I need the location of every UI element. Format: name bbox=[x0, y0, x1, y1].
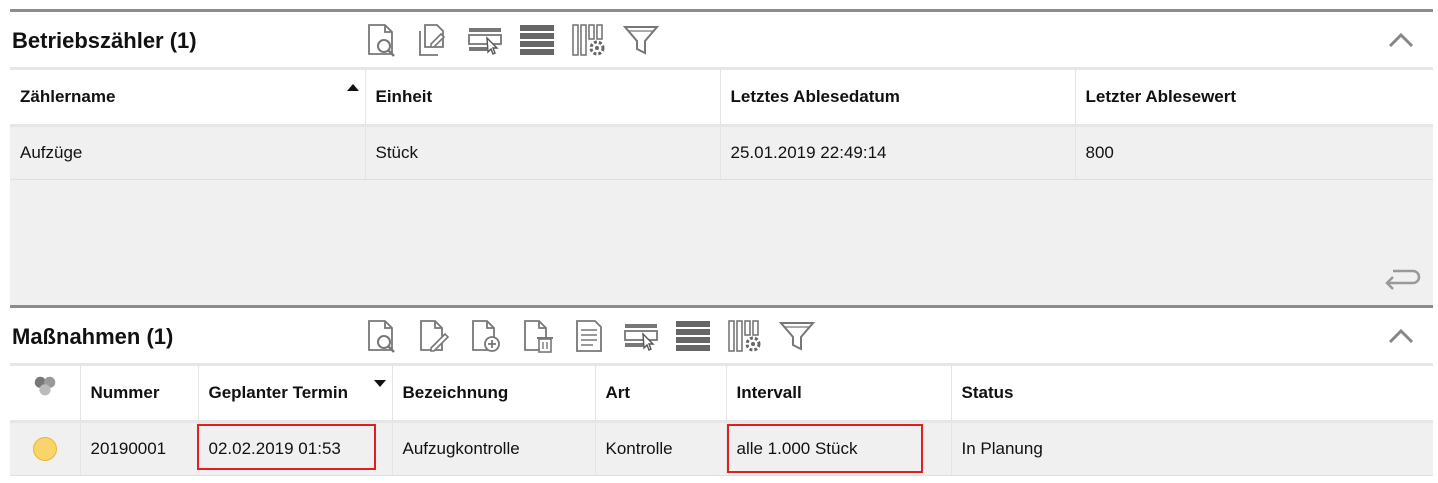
column-header-einheit[interactable]: Einheit bbox=[365, 67, 721, 127]
toolbar bbox=[362, 20, 674, 60]
panel-header: Betriebszähler (1) bbox=[10, 12, 1433, 67]
column-header-label: Art bbox=[605, 383, 631, 402]
filter-icon[interactable] bbox=[622, 21, 660, 59]
report-document-icon[interactable] bbox=[570, 317, 608, 355]
column-header-label: Letzter Ablesewert bbox=[1085, 87, 1237, 106]
column-header-intervall[interactable]: Intervall bbox=[726, 363, 952, 423]
column-header-status[interactable]: Status bbox=[951, 363, 1433, 423]
column-header-status-indicator[interactable] bbox=[10, 363, 81, 423]
panel-title: Maßnahmen (1) bbox=[12, 324, 174, 349]
traffic-light-icon bbox=[34, 376, 56, 395]
cell-art: Kontrolle bbox=[595, 421, 727, 476]
column-header-label: Geplanter Termin bbox=[208, 383, 349, 402]
list-view-icon[interactable] bbox=[518, 21, 556, 59]
betriebszaehler-panel: Betriebszähler (1) Zählername Einheit Le… bbox=[10, 9, 1433, 305]
column-header-label: Einheit bbox=[375, 87, 433, 106]
cell-ablesewert: 800 bbox=[1075, 125, 1433, 180]
table-row[interactable]: 20190001 02.02.2019 01:53 Aufzugkontroll… bbox=[10, 421, 1433, 476]
select-row-icon[interactable] bbox=[622, 317, 660, 355]
table-header-row: Zählername Einheit Letztes Ablesedatum L… bbox=[10, 67, 1433, 127]
cell-geplanter-termin: 02.02.2019 01:53 bbox=[198, 421, 393, 476]
massnahmen-table: Nummer Geplanter Termin Bezeichnung Art … bbox=[10, 363, 1433, 476]
cell-bezeichnung: Aufzugkontrolle bbox=[392, 421, 596, 476]
column-header-geplanter-termin[interactable]: Geplanter Termin bbox=[198, 363, 393, 423]
copy-document-icon[interactable] bbox=[414, 21, 452, 59]
cell-status: In Planung bbox=[951, 421, 1433, 476]
column-settings-icon[interactable] bbox=[726, 317, 764, 355]
column-header-label: Zählername bbox=[20, 87, 116, 106]
delete-document-icon[interactable] bbox=[518, 317, 556, 355]
massnahmen-panel: Maßnahmen (1) Nummer Geplanter Termin Be… bbox=[10, 305, 1433, 476]
table-empty-area bbox=[10, 180, 1433, 305]
select-row-icon[interactable] bbox=[466, 21, 504, 59]
filter-icon[interactable] bbox=[778, 317, 816, 355]
add-document-icon[interactable] bbox=[466, 317, 504, 355]
table-row[interactable]: Aufzüge Stück 25.01.2019 22:49:14 800 bbox=[10, 125, 1433, 180]
column-header-label: Letztes Ablesedatum bbox=[730, 87, 900, 106]
column-header-art[interactable]: Art bbox=[595, 363, 727, 423]
status-dot-icon bbox=[32, 437, 57, 461]
column-header-zaehlername[interactable]: Zählername bbox=[10, 67, 366, 127]
view-details-icon[interactable] bbox=[362, 21, 400, 59]
column-settings-icon[interactable] bbox=[570, 21, 608, 59]
view-details-icon[interactable] bbox=[362, 317, 400, 355]
column-header-bezeichnung[interactable]: Bezeichnung bbox=[392, 363, 596, 423]
panel-title: Betriebszähler (1) bbox=[12, 28, 197, 53]
cell-status-indicator bbox=[10, 421, 81, 476]
column-header-label: Bezeichnung bbox=[402, 383, 509, 402]
column-header-letztes-ablesedatum[interactable]: Letztes Ablesedatum bbox=[720, 67, 1076, 127]
panel-header: Maßnahmen (1) bbox=[10, 308, 1433, 363]
column-header-label: Nummer bbox=[90, 383, 160, 402]
toolbar bbox=[362, 316, 830, 356]
collapse-chevron-icon[interactable] bbox=[1387, 30, 1415, 50]
cell-ablesedatum: 25.01.2019 22:49:14 bbox=[720, 125, 1076, 180]
cell-nummer: 20190001 bbox=[80, 421, 199, 476]
return-arrow-icon[interactable] bbox=[1383, 265, 1421, 295]
cell-einheit: Stück bbox=[365, 125, 721, 180]
column-header-label: Intervall bbox=[736, 383, 802, 402]
collapse-chevron-icon[interactable] bbox=[1387, 326, 1415, 346]
column-header-nummer[interactable]: Nummer bbox=[80, 363, 199, 423]
column-header-letzter-ablesewert[interactable]: Letzter Ablesewert bbox=[1075, 67, 1433, 127]
table-header-row: Nummer Geplanter Termin Bezeichnung Art … bbox=[10, 363, 1433, 423]
betriebszaehler-table: Zählername Einheit Letztes Ablesedatum L… bbox=[10, 67, 1433, 180]
edit-document-icon[interactable] bbox=[414, 317, 452, 355]
cell-intervall: alle 1.000 Stück bbox=[726, 421, 952, 476]
column-header-label: Status bbox=[961, 383, 1014, 402]
sort-ascending-icon bbox=[346, 84, 359, 91]
sort-descending-icon bbox=[373, 380, 386, 387]
list-view-icon[interactable] bbox=[674, 317, 712, 355]
cell-zaehlername: Aufzüge bbox=[10, 125, 366, 180]
